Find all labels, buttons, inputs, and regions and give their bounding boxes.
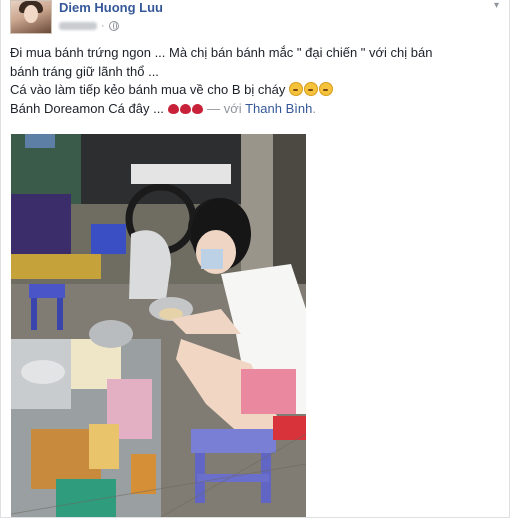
- author-avatar[interactable]: [10, 0, 52, 34]
- post-timestamp[interactable]: [59, 22, 97, 30]
- crying-emoji-icon: [288, 82, 303, 96]
- globe-icon[interactable]: [108, 21, 119, 31]
- post-line-3: Cá vào làm tiếp kẻo bánh mua về cho B bị…: [10, 81, 500, 100]
- post-line-3-text: Cá vào làm tiếp kẻo bánh mua về cho B bị…: [10, 82, 286, 97]
- heart-icon: [191, 103, 203, 114]
- post-line-4-text: Bánh Doreamon Cá đây ...: [10, 100, 164, 116]
- photo-scene: [11, 134, 306, 517]
- crying-emoji-icon: [303, 82, 318, 96]
- post-line-4: Bánh Doreamon Cá đây ... — với Thanh Bìn…: [10, 100, 500, 119]
- heart-icon: [167, 103, 179, 114]
- post-photo[interactable]: [11, 134, 306, 517]
- tagged-suffix: .: [312, 100, 316, 116]
- post-meta: ·: [59, 19, 119, 33]
- author-name[interactable]: Diem Huong Luu: [59, 0, 163, 16]
- heart-icon: [179, 103, 191, 114]
- avatar-face: [24, 5, 38, 23]
- post-text: Đi mua bánh trứng ngon ... Mà chị bán bá…: [10, 44, 500, 118]
- post-line-2: bánh tráng giữ lãnh thổ ...: [10, 63, 159, 79]
- chevron-down-icon[interactable]: ▾: [494, 0, 499, 12]
- tagged-friend-link[interactable]: Thanh Bình: [245, 101, 312, 116]
- with-label: — với: [207, 100, 242, 116]
- post-card: Diem Huong Luu · ▾ Đi mua bánh trứng ngo…: [0, 0, 510, 518]
- crying-emoji-icon: [318, 82, 333, 96]
- post-line-1: Đi mua bánh trứng ngon ... Mà chị bán bá…: [10, 45, 433, 60]
